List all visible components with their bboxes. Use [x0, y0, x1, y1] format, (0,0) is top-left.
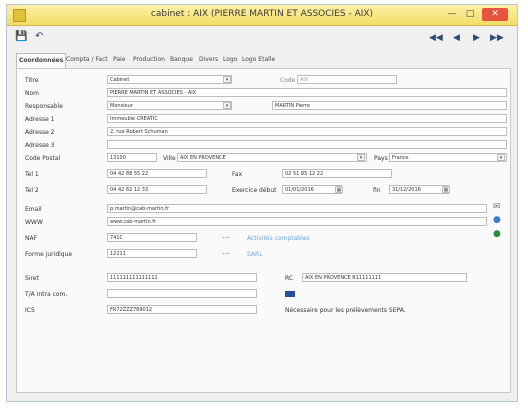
- last-record-button[interactable]: ▶▶: [490, 33, 504, 43]
- responsable-label: Responsable: [25, 103, 63, 110]
- tab-strip: Coordonnées Compta / Fact Paie Productio…: [16, 53, 511, 69]
- forme-juridique-field[interactable]: 12211: [107, 249, 197, 258]
- tab-logo-etalle[interactable]: Logo Etalle: [240, 53, 277, 67]
- exercice-debut-field[interactable]: 01/01/2016: [282, 185, 342, 194]
- compose-email-icon[interactable]: ✉: [493, 202, 501, 212]
- previous-record-button[interactable]: ◀: [453, 33, 460, 43]
- calendar-icon-debut[interactable]: ▦: [335, 186, 343, 193]
- tel1-field[interactable]: 04 42 88 55 22: [107, 169, 207, 178]
- forme-juridique-lookup-button[interactable]: …: [222, 247, 230, 256]
- adresse1-field[interactable]: Immeuble CREATIC: [107, 114, 507, 123]
- minimize-button[interactable]: —: [445, 8, 459, 21]
- rc-field[interactable]: AIX EN PROVENCE B11111111: [302, 273, 467, 282]
- adresse2-field[interactable]: 2, rue Robert Schuman: [107, 127, 507, 136]
- email-field[interactable]: p.martin@cab-martin.fr: [107, 204, 487, 213]
- adresse1-label: Adresse 1: [25, 116, 55, 123]
- adresse3-field[interactable]: [107, 140, 507, 149]
- ville-dropdown-icon[interactable]: ▾: [357, 154, 365, 161]
- first-record-button[interactable]: ◀◀: [429, 33, 443, 43]
- tva-field[interactable]: [107, 289, 257, 298]
- titre-label: Titre: [25, 77, 39, 84]
- www-field[interactable]: www.cab-martin.fr: [107, 217, 487, 226]
- tab-divers[interactable]: Divers: [197, 53, 220, 67]
- pays-label: Pays: [374, 155, 388, 162]
- calendar-icon-fin[interactable]: ▦: [442, 186, 450, 193]
- ics-field[interactable]: FR72ZZZ789012: [107, 305, 257, 314]
- code-label: Code: [280, 77, 296, 84]
- ville-label: Ville: [163, 155, 176, 162]
- undo-icon[interactable]: ↶: [35, 31, 43, 42]
- tel2-field[interactable]: 04 42 82 12 33: [107, 185, 207, 194]
- fax-label: Fax: [232, 171, 243, 178]
- tab-banque[interactable]: Banque: [168, 53, 195, 67]
- tel1-label: Tel 1: [25, 171, 39, 178]
- app-window: cabinet : AIX (PIERRE MARTIN ET ASSOCIES…: [6, 4, 518, 402]
- save-icon[interactable]: 💾: [15, 31, 27, 42]
- www-label: WWW: [25, 219, 43, 226]
- ville-field[interactable]: AIX EN PROVENCE: [177, 153, 367, 162]
- nom-label: Nom: [25, 90, 40, 97]
- code-postal-field[interactable]: 13100: [107, 153, 157, 162]
- titre-select[interactable]: Cabinet: [107, 75, 232, 84]
- next-record-button[interactable]: ▶: [473, 33, 480, 43]
- tva-label: T/A intra com.: [25, 291, 68, 298]
- window-title: cabinet : AIX (PIERRE MARTIN ET ASSOCIES…: [150, 9, 374, 19]
- code-postal-label: Code Postal: [25, 155, 61, 162]
- tab-coordonnees[interactable]: Coordonnées: [16, 53, 67, 68]
- open-website-icon[interactable]: ●: [493, 215, 501, 225]
- adresse2-label: Adresse 2: [25, 129, 55, 136]
- title-bar: cabinet : AIX (PIERRE MARTIN ET ASSOCIES…: [7, 5, 517, 26]
- tab-logo[interactable]: Logo: [221, 53, 239, 67]
- naf-label: NAF: [25, 235, 38, 242]
- naf-lookup-button[interactable]: …: [222, 231, 230, 240]
- civilite-select[interactable]: Monsieur: [107, 101, 232, 110]
- adresse3-label: Adresse 3: [25, 142, 55, 149]
- maximize-button[interactable]: □: [463, 8, 477, 21]
- nom-field[interactable]: PIERRE MARTIN ET ASSOCIES - AIX: [107, 88, 507, 97]
- civilite-dropdown-icon[interactable]: ▾: [223, 102, 231, 109]
- pays-field[interactable]: France: [389, 153, 507, 162]
- siret-label: Siret: [25, 275, 39, 282]
- tab-production[interactable]: Production: [131, 53, 167, 67]
- forme-juridique-description-link[interactable]: SARL: [247, 251, 263, 258]
- fax-field[interactable]: 02 51 85 12 22: [282, 169, 392, 178]
- fin-label: fin: [373, 187, 381, 194]
- tab-paie[interactable]: Paie: [111, 53, 127, 67]
- responsable-field[interactable]: MARTIN Pierre: [272, 101, 507, 110]
- pays-dropdown-icon[interactable]: ▾: [497, 154, 505, 161]
- naf-description-link[interactable]: Activités comptables: [247, 235, 310, 242]
- forme-juridique-label: Forme juridique: [25, 251, 73, 258]
- coordonnees-panel: Titre Cabinet ▾ Code AIX Nom PIERRE MART…: [16, 68, 511, 393]
- tel2-label: Tel 2: [25, 187, 39, 194]
- rc-label: RC: [285, 275, 294, 282]
- exercice-fin-field[interactable]: 31/12/2016: [389, 185, 449, 194]
- ics-note: Nécessaire pour les prélèvements SEPA.: [285, 307, 406, 314]
- close-button[interactable]: ✕: [482, 8, 508, 21]
- titre-dropdown-icon[interactable]: ▾: [223, 76, 231, 83]
- code-field[interactable]: AIX: [297, 75, 397, 84]
- ics-label: ICS: [25, 307, 35, 314]
- exercice-debut-label: Exercice début: [232, 187, 277, 194]
- naf-field[interactable]: 741C: [107, 233, 197, 242]
- siret-field[interactable]: 111111111111111: [107, 273, 257, 282]
- tab-compta-fact[interactable]: Compta / Fact: [64, 53, 110, 67]
- eu-flag-icon: [285, 291, 295, 297]
- globe-icon[interactable]: ●: [493, 229, 501, 239]
- toolbar: 💾 ↶ ◀◀ ◀ ▶ ▶▶: [7, 26, 517, 48]
- email-label: Email: [25, 206, 42, 213]
